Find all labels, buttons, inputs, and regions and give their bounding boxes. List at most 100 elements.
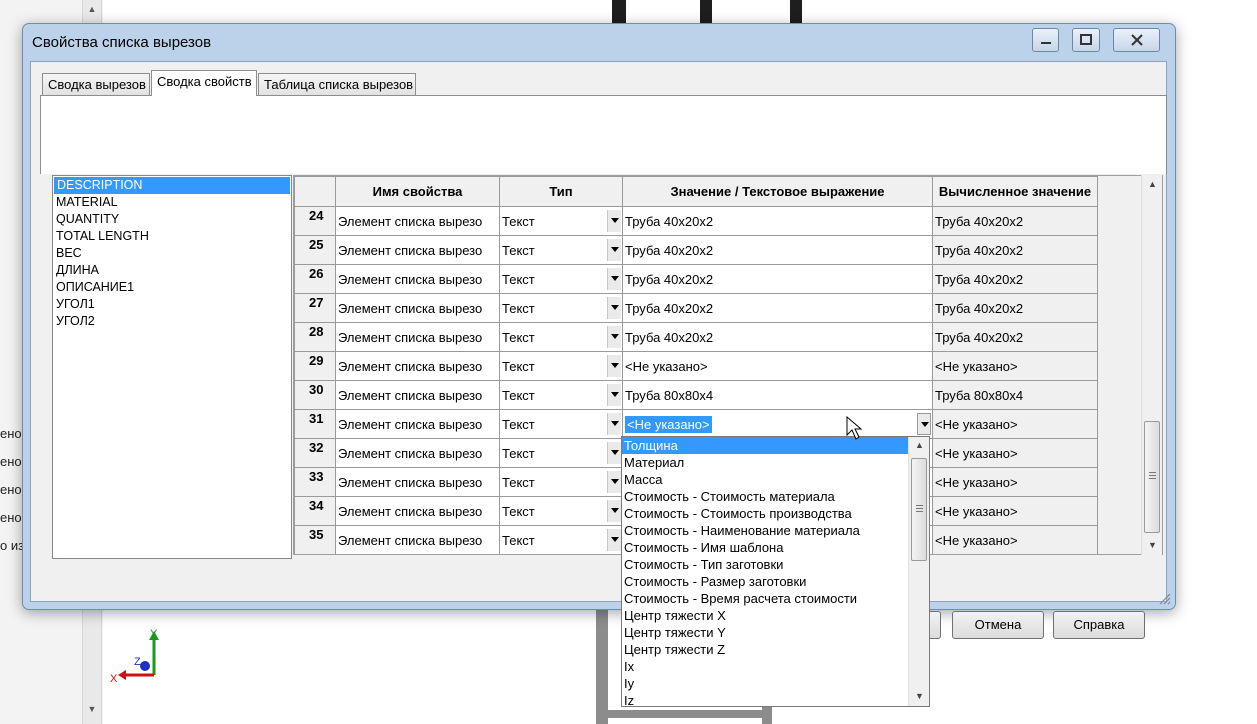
property-name-cell[interactable]: Элемент списка вырезо <box>335 293 500 323</box>
property-name-cell[interactable]: Элемент списка вырезо <box>335 409 500 439</box>
scroll-up-icon[interactable]: ▲ <box>909 440 929 450</box>
row-number[interactable]: 29 <box>294 351 336 381</box>
type-cell[interactable]: Текст <box>499 496 623 526</box>
scroll-down-icon[interactable]: ▼ <box>909 691 929 701</box>
type-dropdown-button[interactable] <box>607 442 621 464</box>
dropdown-scroll-thumb[interactable] <box>911 458 927 561</box>
grid-scrollbar[interactable]: ▲ ▼ <box>1141 175 1162 555</box>
type-cell[interactable]: Текст <box>499 409 623 439</box>
dropdown-option[interactable]: Центр тяжести X <box>622 607 929 624</box>
property-name-cell[interactable]: Элемент списка вырезо <box>335 496 500 526</box>
row-number[interactable]: 24 <box>294 206 336 236</box>
value-cell[interactable]: Труба 40x20x2 <box>622 235 933 265</box>
resize-grip-icon[interactable] <box>1157 591 1171 605</box>
type-dropdown-button[interactable] <box>607 355 621 377</box>
dropdown-option[interactable]: Стоимость - Тип заготовки <box>622 556 929 573</box>
dropdown-option[interactable]: Ix <box>622 658 929 675</box>
dropdown-option[interactable]: Стоимость - Время расчета стоимости <box>622 590 929 607</box>
cancel-button[interactable]: Отмена <box>952 611 1044 639</box>
maximize-button[interactable] <box>1072 28 1100 52</box>
dropdown-scrollbar[interactable]: ▲ ▼ <box>908 437 929 706</box>
property-name-cell[interactable]: Элемент списка вырезо <box>335 467 500 497</box>
type-cell[interactable]: Текст <box>499 264 623 294</box>
property-list[interactable]: DESCRIPTION MATERIAL QUANTITY TOTAL LENGTH В… <box>52 175 292 559</box>
dropdown-option[interactable]: Стоимость - Наименование материала <box>622 522 929 539</box>
property-name-cell[interactable]: Элемент списка вырезо <box>335 264 500 294</box>
type-cell[interactable]: Текст <box>499 438 623 468</box>
dropdown-option[interactable]: Материал <box>622 454 929 471</box>
tab-cut-list-table[interactable]: Таблица списка вырезов <box>258 73 416 95</box>
type-cell[interactable]: Текст <box>499 525 623 554</box>
type-cell[interactable]: Текст <box>499 351 623 381</box>
type-dropdown-button[interactable] <box>607 210 621 232</box>
type-dropdown-button[interactable] <box>607 239 621 261</box>
row-number[interactable]: 30 <box>294 380 336 410</box>
dropdown-option[interactable]: Центр тяжести Y <box>622 624 929 641</box>
row-number[interactable]: 32 <box>294 438 336 468</box>
type-dropdown-button[interactable] <box>607 268 621 290</box>
value-cell[interactable]: Труба 40x20x2 <box>622 206 933 236</box>
property-list-item[interactable]: ВЕС <box>53 245 291 262</box>
row-number[interactable]: 26 <box>294 264 336 294</box>
value-cell[interactable]: <Не указано> <box>622 351 933 381</box>
property-list-item[interactable]: УГОЛ2 <box>53 313 291 330</box>
dropdown-option[interactable]: Iy <box>622 675 929 692</box>
property-name-cell[interactable]: Элемент списка вырезо <box>335 438 500 468</box>
type-cell[interactable]: Текст <box>499 380 623 410</box>
property-list-item[interactable]: ДЛИНА <box>53 262 291 279</box>
type-cell[interactable]: Текст <box>499 206 623 236</box>
type-cell[interactable]: Текст <box>499 235 623 265</box>
property-name-cell[interactable]: Элемент списка вырезо <box>335 525 500 554</box>
dropdown-option[interactable]: Стоимость - Имя шаблона <box>622 539 929 556</box>
row-number[interactable]: 25 <box>294 235 336 265</box>
type-dropdown-button[interactable] <box>607 297 621 319</box>
type-dropdown-button[interactable] <box>607 413 621 435</box>
dropdown-option[interactable]: Стоимость - Стоимость материала <box>622 488 929 505</box>
value-cell[interactable]: Труба 80x80x4 <box>622 380 933 410</box>
value-edit-text[interactable]: <Не указано> <box>625 415 712 433</box>
type-dropdown-button[interactable] <box>607 471 621 493</box>
close-button[interactable] <box>1113 28 1160 52</box>
property-name-cell[interactable]: Элемент списка вырезо <box>335 235 500 265</box>
value-cell[interactable]: Труба 40x20x2 <box>622 264 933 294</box>
value-dropdown-list[interactable]: Толщина Материал Масса Стоимость - Стоимост… <box>621 436 930 707</box>
row-number[interactable]: 28 <box>294 322 336 352</box>
property-name-cell[interactable]: Элемент списка вырезо <box>335 380 500 410</box>
type-cell[interactable]: Текст <box>499 293 623 323</box>
property-list-item[interactable]: DESCRIPTION <box>54 177 290 194</box>
help-button[interactable]: Справка <box>1053 611 1145 639</box>
type-dropdown-button[interactable] <box>607 384 621 406</box>
property-list-item[interactable]: ОПИСАНИЕ1 <box>53 279 291 296</box>
type-dropdown-button[interactable] <box>607 529 621 551</box>
minimize-button[interactable] <box>1032 28 1059 52</box>
dropdown-option[interactable]: Толщина <box>622 437 908 454</box>
property-list-item[interactable]: MATERIAL <box>53 194 291 211</box>
row-number[interactable]: 27 <box>294 293 336 323</box>
row-number[interactable]: 33 <box>294 467 336 497</box>
value-cell[interactable]: Труба 40x20x2 <box>622 293 933 323</box>
dropdown-option[interactable]: Стоимость - Размер заготовки <box>622 573 929 590</box>
scroll-up-icon[interactable]: ▲ <box>1142 179 1163 189</box>
row-number[interactable]: 35 <box>294 525 336 554</box>
value-cell[interactable]: Труба 40x20x2 <box>622 322 933 352</box>
row-number[interactable]: 31 <box>294 409 336 439</box>
row-number[interactable]: 34 <box>294 496 336 526</box>
type-cell[interactable]: Текст <box>499 322 623 352</box>
property-list-item[interactable]: TOTAL LENGTH <box>53 228 291 245</box>
dropdown-option[interactable]: Iz <box>622 692 929 706</box>
tab-property-summary[interactable]: Сводка свойств <box>151 70 257 96</box>
scroll-thumb[interactable] <box>1144 421 1160 533</box>
dropdown-option[interactable]: Центр тяжести Z <box>622 641 929 658</box>
type-cell[interactable]: Текст <box>499 467 623 497</box>
tab-cut-list-summary[interactable]: Сводка вырезов <box>42 73 150 95</box>
property-list-item[interactable]: QUANTITY <box>53 211 291 228</box>
property-name-cell[interactable]: Элемент списка вырезо <box>335 206 500 236</box>
dropdown-option[interactable]: Стоимость - Стоимость производства <box>622 505 929 522</box>
value-dropdown-button[interactable] <box>917 413 931 435</box>
scroll-down-icon[interactable]: ▼ <box>1142 540 1163 550</box>
dropdown-option[interactable]: Масса <box>622 471 929 488</box>
value-cell-editing[interactable]: <Не указано> <box>622 409 933 439</box>
type-dropdown-button[interactable] <box>607 326 621 348</box>
property-name-cell[interactable]: Элемент списка вырезо <box>335 322 500 352</box>
type-dropdown-button[interactable] <box>607 500 621 522</box>
